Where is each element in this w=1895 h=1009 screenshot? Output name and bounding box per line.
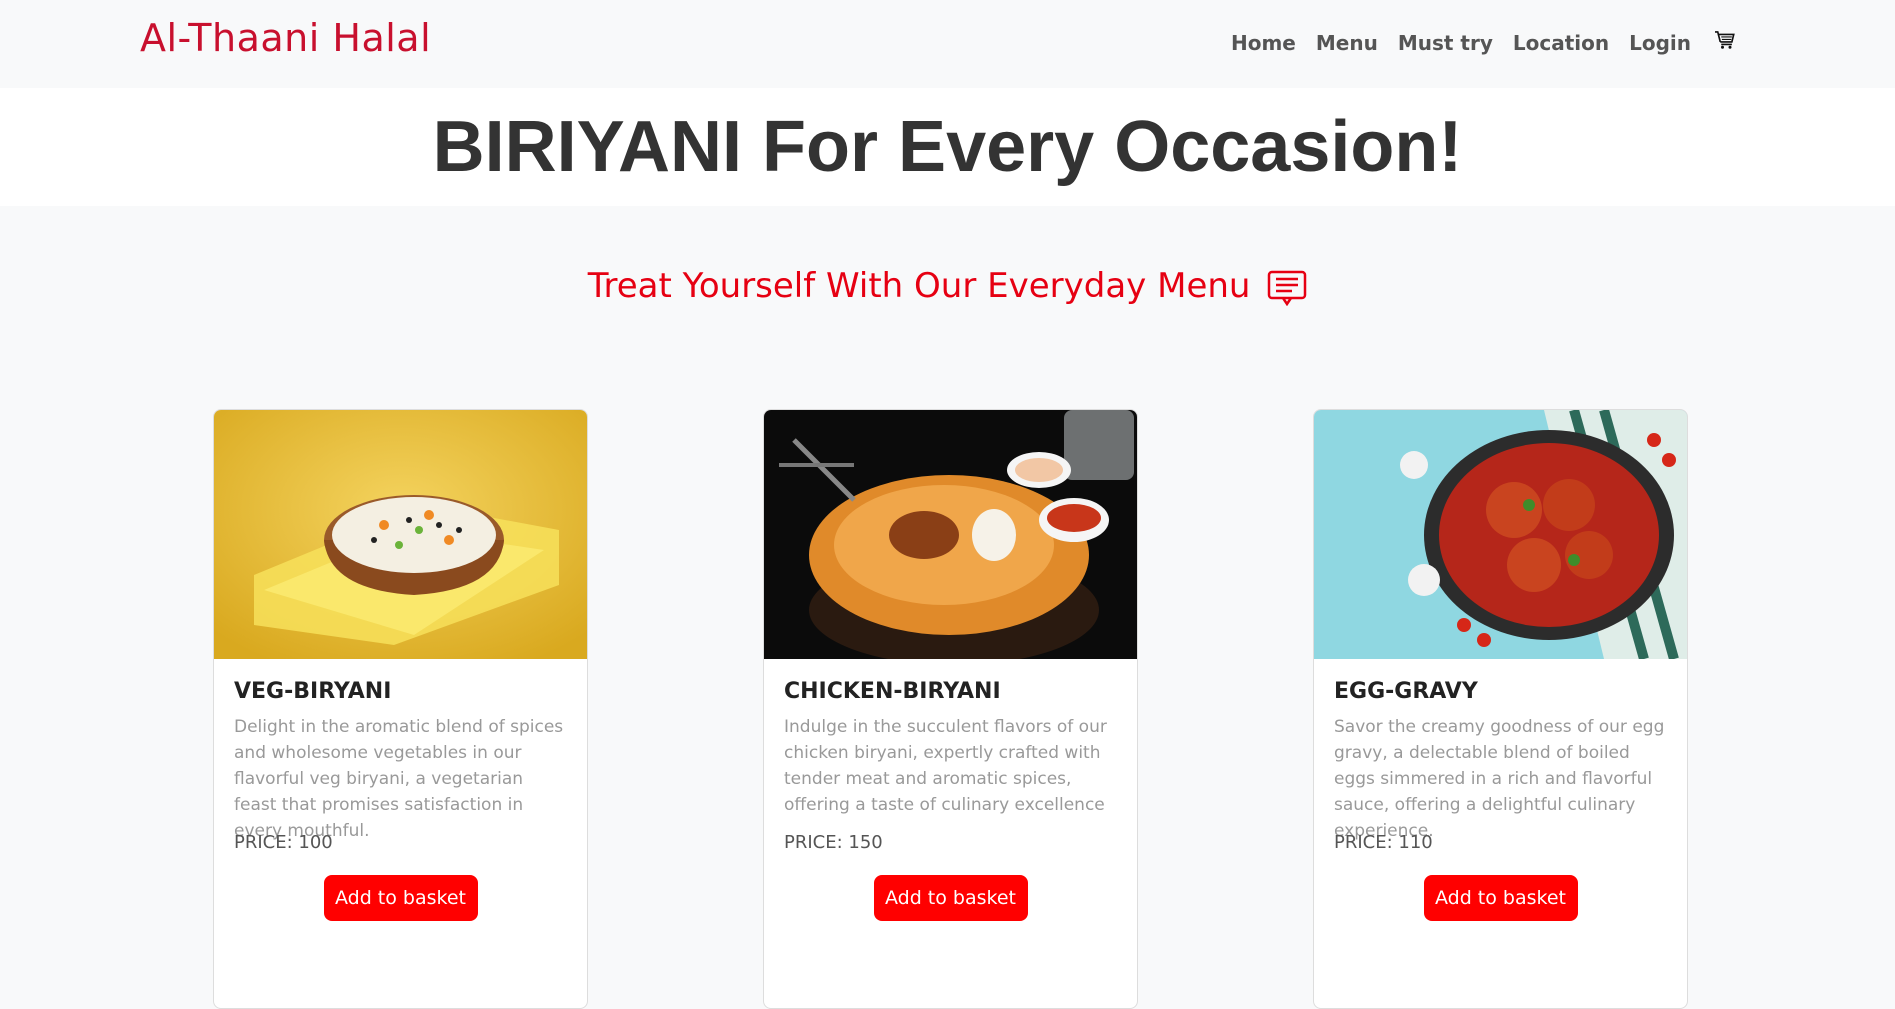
- cart-icon: [1715, 31, 1735, 49]
- menu-card-veg-biryani: VEG-BIRYANI Delight in the aromatic blen…: [213, 409, 588, 1009]
- card-price: PRICE: 150: [784, 832, 883, 853]
- menu-card-chicken-biryani: CHICKEN-BIRYANI Indulge in the succulent…: [763, 409, 1138, 1009]
- section-subtitle: Treat Yourself With Our Everyday Menu: [0, 266, 1895, 306]
- card-description: Delight in the aromatic blend of spices …: [234, 717, 564, 841]
- add-to-basket-button[interactable]: Add to basket: [873, 875, 1028, 921]
- card-description: Indulge in the succulent flavors of our …: [784, 717, 1107, 815]
- card-price: PRICE: 100: [234, 832, 333, 853]
- section-subtitle-text: Treat Yourself With Our Everyday Menu: [587, 266, 1251, 306]
- egg-gravy-image: [1314, 410, 1687, 659]
- card-title: VEG-BIRYANI: [234, 679, 392, 704]
- cart-button[interactable]: [1711, 30, 1735, 55]
- veg-biryani-image: [214, 410, 587, 659]
- nav-login-link[interactable]: Login: [1629, 31, 1691, 55]
- card-description: Savor the creamy goodness of our egg gra…: [1334, 717, 1665, 841]
- card-title: CHICKEN-BIRYANI: [784, 679, 1001, 704]
- chicken-biryani-image: [764, 410, 1137, 659]
- main-nav: Home Menu Must try Location Login: [1231, 30, 1735, 55]
- add-to-basket-button[interactable]: Add to basket: [323, 875, 478, 921]
- menu-cards: VEG-BIRYANI Delight in the aromatic blen…: [0, 409, 1895, 1009]
- nav-menu-link[interactable]: Menu: [1316, 31, 1378, 55]
- hero-title: BIRIYANI For Every Occasion!: [432, 107, 1463, 187]
- add-to-basket-button[interactable]: Add to basket: [1423, 875, 1578, 921]
- brand-logo[interactable]: Al-Thaani Halal: [140, 16, 431, 60]
- nav-location-link[interactable]: Location: [1513, 31, 1609, 55]
- nav-home-link[interactable]: Home: [1231, 31, 1296, 55]
- hero-banner: BIRIYANI For Every Occasion!: [0, 88, 1895, 206]
- card-price: PRICE: 110: [1334, 832, 1433, 853]
- menu-card-icon: [1268, 270, 1307, 306]
- menu-card-egg-gravy: EGG-GRAVY Savor the creamy goodness of o…: [1313, 409, 1688, 1009]
- nav-must-try-link[interactable]: Must try: [1398, 31, 1493, 55]
- card-title: EGG-GRAVY: [1334, 679, 1478, 704]
- navbar: Al-Thaani Halal Home Menu Must try Locat…: [0, 0, 1895, 88]
